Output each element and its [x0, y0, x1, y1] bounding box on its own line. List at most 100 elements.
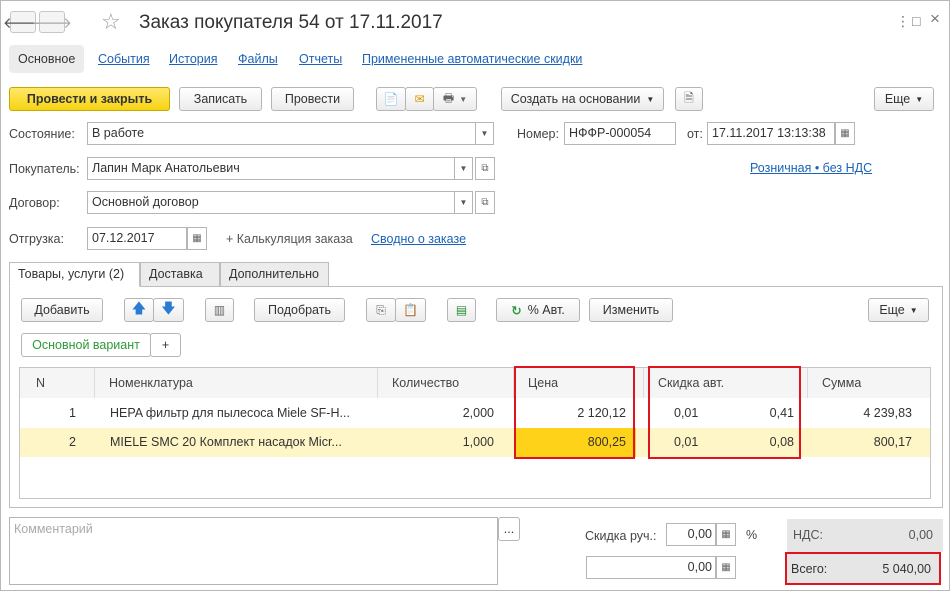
order-summary-link[interactable]: Сводно о заказе	[371, 232, 466, 246]
calculation-toggle[interactable]: + Калькуляция заказа	[226, 232, 353, 246]
cell-qty: 1,000	[462, 435, 494, 449]
date-field[interactable]: 17.11.2017 13:13:38	[707, 122, 835, 145]
paste-icon: 📋	[403, 303, 418, 317]
print-button[interactable]: 🖶 ▼	[433, 87, 477, 111]
envelope-icon: ✉	[414, 92, 425, 106]
document-clock-icon: 📄	[383, 92, 399, 106]
document-icon: 🗎	[684, 90, 694, 105]
state-field[interactable]: В работе	[87, 122, 476, 145]
shipment-calendar-button[interactable]: ▦	[187, 227, 207, 250]
printer-icon: 🖶	[442, 90, 455, 105]
write-button[interactable]: Записать	[179, 87, 262, 111]
attach-file-button[interactable]: 📄	[376, 87, 406, 111]
post-and-close-button[interactable]: Провести и закрыть	[9, 87, 170, 111]
chevron-down-icon: ▼	[480, 129, 489, 138]
barcode-search-icon: ▥	[213, 303, 226, 317]
cell-qty: 2,000	[462, 406, 494, 420]
move-up-button[interactable]: 🡅	[124, 298, 154, 322]
tab-goods[interactable]: Товары, услуги (2)	[9, 262, 140, 287]
chevron-down-icon: ▼	[459, 198, 468, 207]
section-history[interactable]: История	[169, 52, 217, 66]
window-title: Заказ покупателя 54 от 17.11.2017	[139, 12, 443, 33]
pick-items-button[interactable]: Подобрать	[254, 298, 345, 322]
contract-dropdown-button[interactable]: ▼	[455, 191, 473, 214]
section-auto-discounts[interactable]: Примененные автоматические скидки	[362, 52, 582, 66]
close-icon[interactable]: ×	[930, 9, 940, 29]
section-files[interactable]: Файлы	[238, 52, 278, 66]
vat-label: НДС:	[793, 528, 823, 542]
comment-expand-button[interactable]: ...	[498, 517, 520, 541]
post-button[interactable]: Провести	[271, 87, 354, 111]
buyer-open-button[interactable]: ⧉	[475, 157, 495, 180]
auto-discount-highlight-box	[648, 366, 801, 459]
maximize-icon[interactable]: □	[912, 13, 920, 29]
table-more-button[interactable]: Еще ▼	[868, 298, 929, 322]
tab-delivery[interactable]: Доставка	[140, 262, 220, 287]
calculator-button[interactable]: ▦	[716, 556, 736, 579]
section-reports[interactable]: Отчеты	[299, 52, 342, 66]
copy-rows-button[interactable]: ⎘	[366, 298, 396, 322]
chevron-down-icon: ▼	[459, 94, 468, 104]
price-type-link[interactable]: Розничная • без НДС	[750, 161, 872, 175]
manual-discount-sum-field[interactable]: 0,00	[586, 556, 716, 579]
percent-sign: %	[746, 528, 758, 542]
number-field[interactable]: НФФР-000054	[564, 122, 676, 145]
calculator-icon: ▦	[721, 562, 731, 573]
total-value: 5 040,00	[882, 562, 931, 576]
chevron-down-icon: ▼	[915, 94, 924, 104]
add-variant-button[interactable]: +	[150, 333, 181, 357]
column-header-n[interactable]: N	[20, 368, 95, 398]
more-label: Еще	[879, 303, 905, 317]
cell-sum: 800,17	[873, 435, 912, 449]
auto-discount-button[interactable]: ↻ % Авт.	[496, 298, 580, 322]
total-box: Всего: 5 040,00	[785, 552, 941, 585]
create-based-on-button[interactable]: Создать на основании ▼	[501, 87, 664, 111]
buyer-field[interactable]: Лапин Марк Анатольевич	[87, 157, 455, 180]
calendar-icon: ▦	[192, 233, 202, 244]
calculator-button[interactable]: ▦	[716, 523, 736, 546]
comment-field[interactable]: Комментарий	[9, 517, 498, 585]
open-window-icon: ⧉	[481, 163, 489, 174]
number-label: Номер:	[517, 127, 559, 141]
edit-button[interactable]: Изменить	[589, 298, 673, 322]
tab-additional[interactable]: Дополнительно	[220, 262, 329, 287]
arrow-up-icon: 🡅	[131, 300, 147, 316]
forward-button[interactable]: 🡒	[32, 11, 72, 33]
copy-icon: ⎘	[376, 302, 386, 317]
column-header-qty[interactable]: Количество	[378, 368, 514, 398]
contract-field[interactable]: Основной договор	[87, 191, 455, 214]
calendar-button[interactable]: ▦	[835, 122, 855, 145]
table-settings-button[interactable]: ▤	[447, 298, 476, 322]
state-dropdown-button[interactable]: ▼	[476, 122, 494, 145]
report-button[interactable]: 🗎	[675, 87, 703, 111]
manual-discount-label: Скидка руч.:	[585, 529, 657, 543]
buyer-label: Покупатель:	[9, 162, 80, 176]
document-window: 🡐 🡒 ☆ Заказ покупателя 54 от 17.11.2017 …	[0, 0, 950, 591]
arrow-down-icon: 🡇	[161, 300, 176, 316]
manual-discount-percent-field[interactable]: 0,00	[666, 523, 716, 546]
more-menu-icon[interactable]: ⋮	[896, 13, 910, 30]
send-email-button[interactable]: ✉	[405, 87, 434, 111]
cell-item: MIELE SMC 20 Комплект насадок Micr...	[110, 435, 342, 449]
price-highlight-box	[514, 366, 635, 459]
auto-discount-label: % Авт.	[527, 303, 565, 317]
more-actions-button[interactable]: Еще ▼	[874, 87, 934, 111]
column-header-item[interactable]: Номенклатура	[95, 368, 378, 398]
star-icon[interactable]: ☆	[101, 9, 121, 35]
variant-basic-button[interactable]: Основной вариант	[21, 333, 151, 357]
contract-open-button[interactable]: ⧉	[475, 191, 495, 214]
state-label: Состояние:	[9, 127, 75, 141]
barcode-search-button[interactable]: ▥	[205, 298, 234, 322]
calendar-icon: ▦	[840, 128, 850, 139]
section-events[interactable]: События	[98, 52, 150, 66]
paste-rows-button[interactable]: 📋	[395, 298, 426, 322]
add-row-button[interactable]: Добавить	[21, 298, 103, 322]
shipment-date-field[interactable]: 07.12.2017	[87, 227, 187, 250]
move-down-button[interactable]: 🡇	[153, 298, 184, 322]
cell-item: HEPA фильтр для пылесоса Miele SF-H...	[110, 406, 350, 420]
table-icon: ▤	[455, 303, 468, 317]
create-based-label: Создать на основании	[510, 92, 641, 106]
buyer-dropdown-button[interactable]: ▼	[455, 157, 473, 180]
section-main[interactable]: Основное	[9, 45, 85, 73]
column-header-sum[interactable]: Сумма	[808, 368, 930, 398]
